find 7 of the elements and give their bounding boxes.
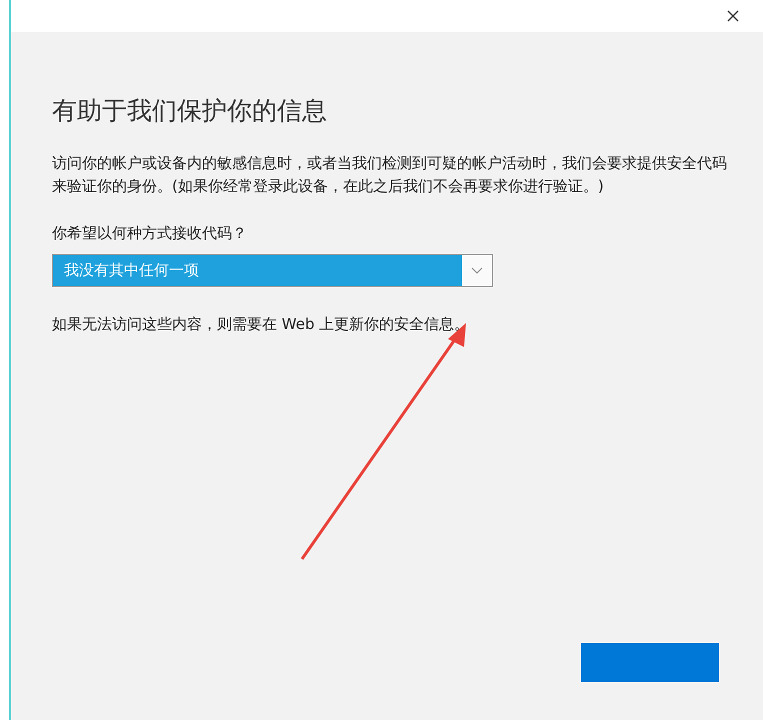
question-label: 你希望以何种方式接收代码？ bbox=[52, 223, 248, 244]
description-text: 访问你的帐户或设备内的敏感信息时，或者当我们检测到可疑的帐户活动时，我们会要求提供安全代码来验证你的身份。(如果你经常登录此设备，在此之后我们不会再要求你进行验证。) bbox=[52, 153, 728, 197]
dialog-title: 有助于我们保护你的信息 bbox=[52, 95, 328, 127]
close-icon[interactable] bbox=[727, 10, 739, 22]
chevron-icon bbox=[471, 267, 483, 274]
method-dropdown[interactable]: 我没有其中任何一项 bbox=[52, 254, 493, 287]
note-text: 如果无法访问这些内容，则需要在 Web 上更新你的安全信息。 bbox=[52, 314, 470, 335]
